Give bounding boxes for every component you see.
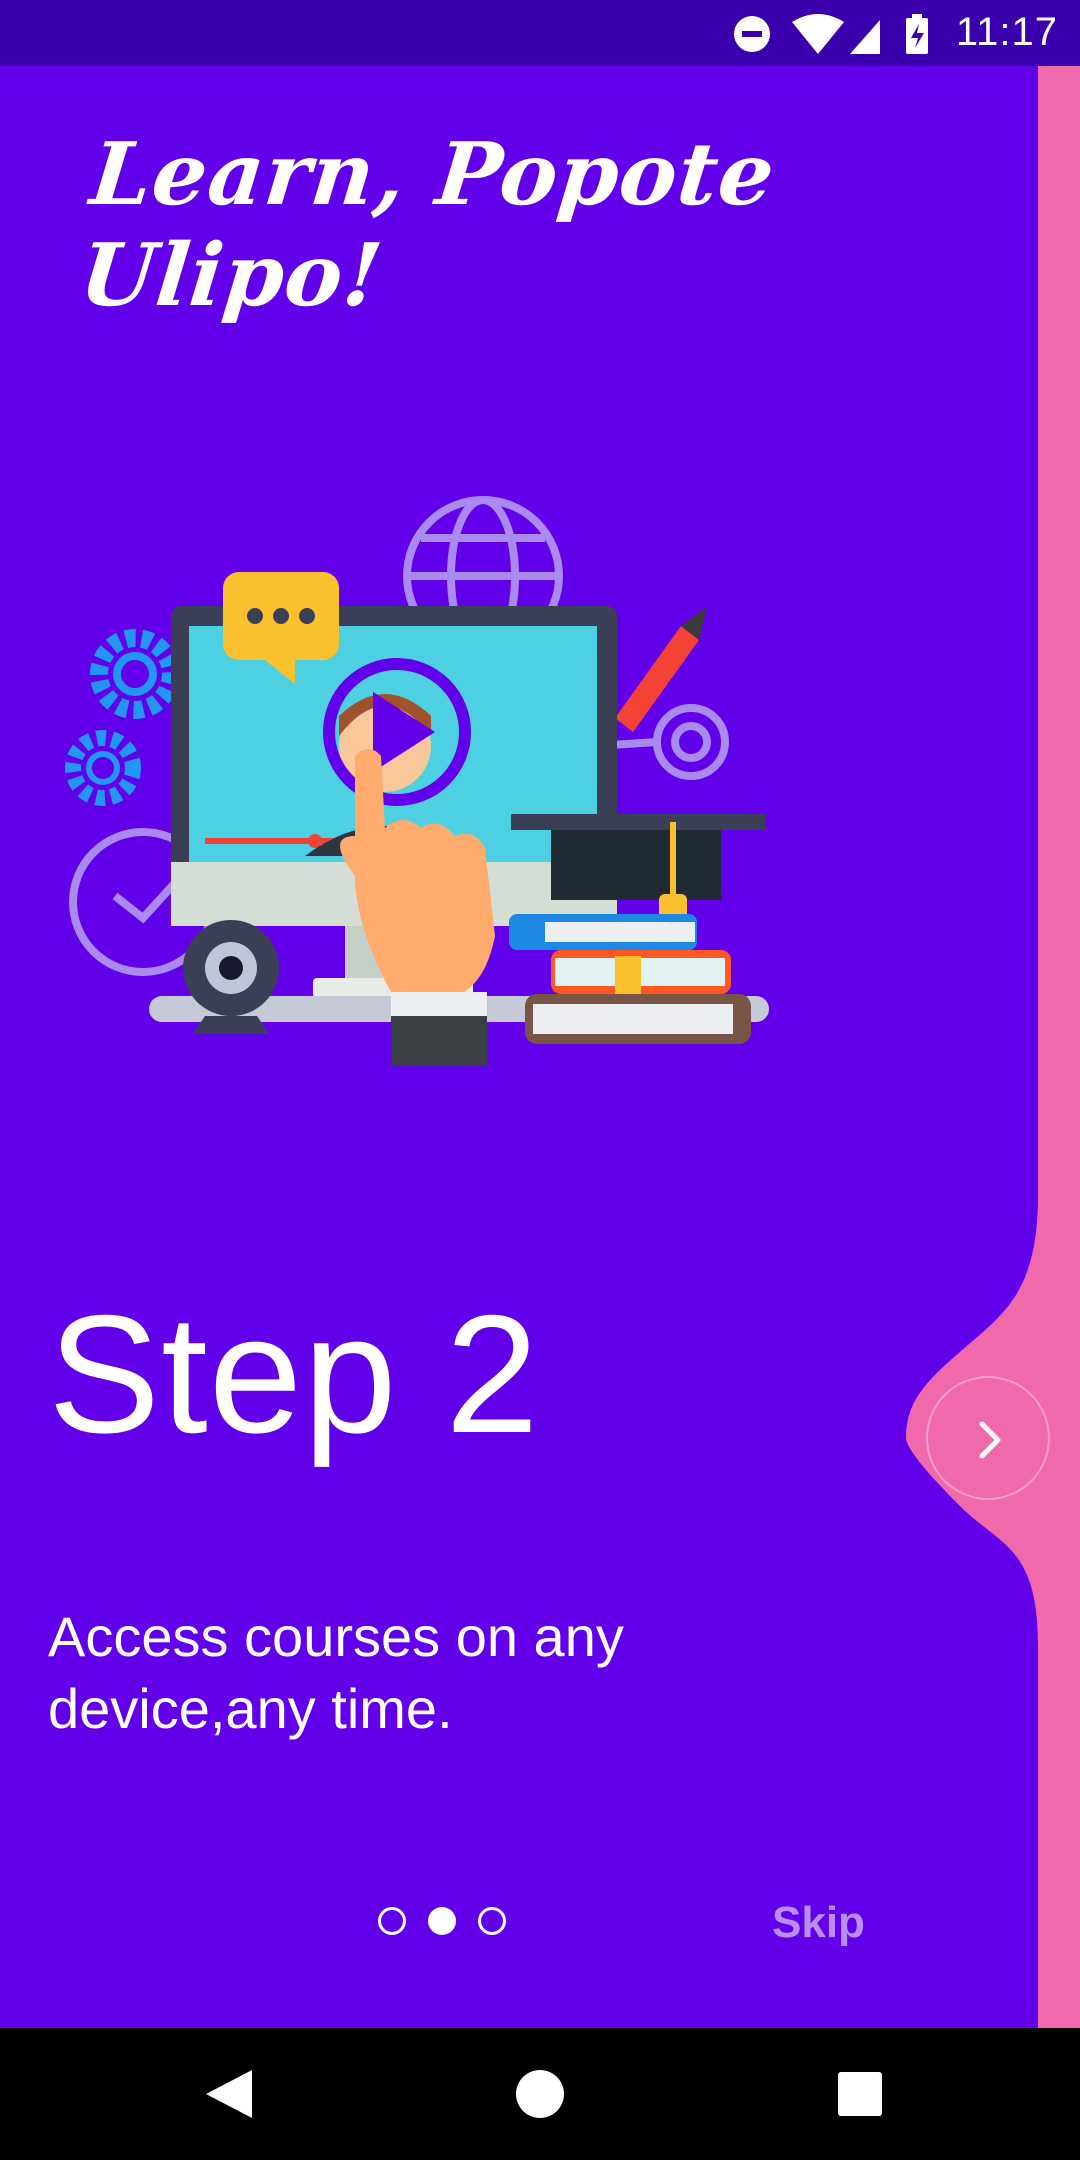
page-dot-1[interactable] — [378, 1907, 406, 1935]
do-not-disturb-icon — [734, 16, 770, 52]
step-title: Step 2 — [48, 1280, 540, 1468]
pencil-icon — [615, 606, 707, 732]
step-description: Access courses on any device,any time. — [48, 1605, 624, 1740]
page-indicator — [378, 1907, 508, 1937]
online-learning-illustration — [65, 496, 769, 1066]
recents-icon[interactable] — [824, 2058, 896, 2130]
chevron-right-icon — [979, 1421, 1001, 1459]
onboarding-screen[interactable]: Learn, Popote Ulipo! Step 2 Access cours… — [0, 66, 1080, 2028]
back-icon[interactable] — [192, 2058, 264, 2130]
skip-button[interactable]: Skip — [772, 1898, 865, 1948]
status-bar: 11:17 — [0, 0, 1080, 66]
app-title: Learn, Popote Ulipo! — [75, 124, 780, 326]
books-icon — [509, 914, 751, 1044]
gear-icon — [65, 629, 180, 806]
page-dot-3[interactable] — [478, 1907, 506, 1935]
next-button[interactable] — [926, 1376, 1050, 1500]
page-indicator-wave — [906, 66, 1080, 2028]
system-nav-bar — [0, 2028, 1080, 2160]
battery-charging-icon — [906, 14, 928, 54]
signal-icon — [850, 20, 880, 54]
wifi-icon — [792, 14, 844, 54]
home-icon[interactable] — [504, 2058, 576, 2130]
status-icons — [734, 14, 928, 54]
page-dot-2[interactable] — [428, 1907, 456, 1935]
status-time: 11:17 — [955, 10, 1058, 54]
